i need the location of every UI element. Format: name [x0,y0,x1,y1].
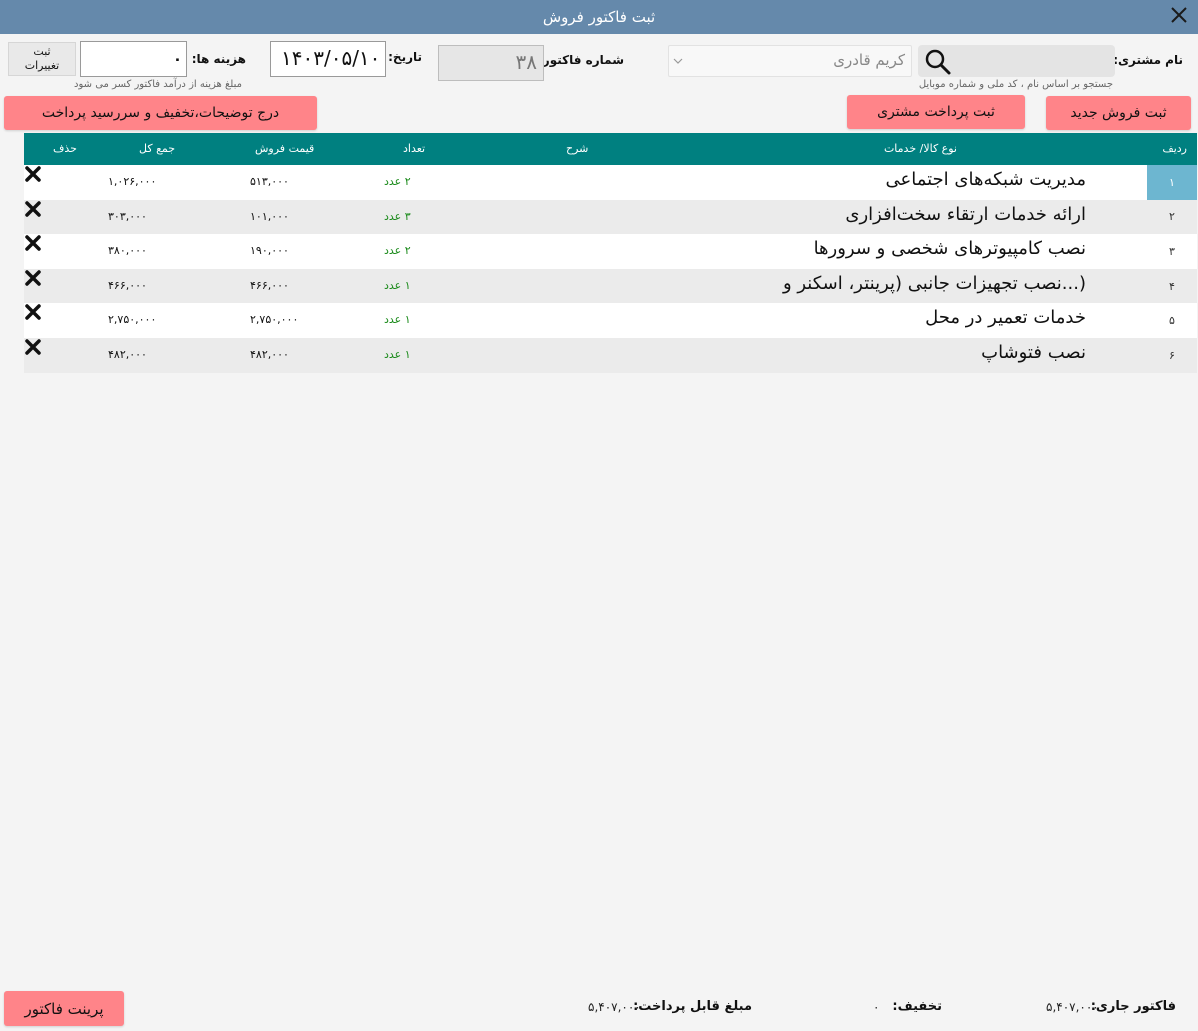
row-item: (...نصب تجهیزات جانبی (پرینتر، اسکنر و [782,272,1086,294]
row-total: ۳۰۳,۰۰۰ [108,209,147,223]
window-title: ثبت فاکتور فروش [542,8,656,26]
customer-label: نام مشتری: [1113,53,1183,67]
row-price: ۴۸۲,۰۰۰ [250,347,289,361]
save-changes-label-line1: ثبت [33,45,51,58]
table-row[interactable]: ۶ نصب فتوشاپ ۱ عدد ۴۸۲,۰۰۰ ۴۸۲,۰۰۰ [24,337,1197,373]
row-number: ۱ [1147,165,1197,200]
delete-icon[interactable] [24,338,42,356]
discount-value: ۰ [873,1000,880,1014]
row-quantity: ۱ عدد [384,278,411,292]
search-icon[interactable] [924,48,952,76]
row-price: ۱۹۰,۰۰۰ [250,244,289,258]
customer-search-hint: جستجو بر اساس نام ، کد ملی و شماره موبای… [918,79,1113,90]
row-item: مدیریت شبکه‌های اجتماعی [885,169,1086,190]
row-quantity: ۱ عدد [384,347,411,361]
table-row[interactable]: ۱ مدیریت شبکه‌های اجتماعی ۲ عدد ۵۱۳,۰۰۰ … [24,165,1197,200]
row-price: ۱۰۱,۰۰۰ [250,209,289,223]
row-item: نصب کامپیوترهای شخصی و سرورها [813,238,1086,260]
row-quantity: ۱ عدد [384,313,411,327]
row-price: ۵۱۳,۰۰۰ [250,175,289,188]
invoice-number-value: ۳۸ [515,50,537,74]
costs-input[interactable]: ۰ [80,41,187,77]
table-row[interactable]: ۲ ارائه خدمات ارتقاء سخت‌افزاری ۳ عدد ۱۰… [24,199,1197,235]
row-total: ۴۸۲,۰۰۰ [108,347,147,361]
delete-icon[interactable] [24,200,42,218]
column-header-total: جمع کل [139,142,176,155]
row-number: ۶ [1169,348,1175,362]
customer-payment-button[interactable]: ثبت پرداخت مشتری [847,95,1025,129]
column-header-item: نوع کالا/ خدمات [883,142,957,155]
details-discount-due-button[interactable]: درج توضیحات،تخفیف و سررسید پرداخت [4,96,317,130]
row-number: ۳ [1169,244,1175,258]
delete-icon[interactable] [24,269,42,287]
column-header-row: ردیف [1162,142,1187,155]
invoice-number-label: شماره فاکتور: [538,53,624,67]
row-number: ۵ [1169,314,1175,328]
save-changes-label-line2: تغییرات [24,59,60,72]
chevron-down-icon [673,58,683,64]
current-invoice-label: فاکتور جاری: [1090,999,1176,1014]
costs-hint: مبلغ هزینه از درآمد فاکتور کسر می شود [74,79,242,90]
customer-selected-value: کریم قادری [833,51,905,69]
row-total: ۴۶۶,۰۰۰ [108,278,147,292]
date-label: تاریخ: [388,50,422,64]
row-quantity: ۳ عدد [384,209,411,223]
invoice-number-field: ۳۸ [438,45,544,81]
row-number: ۲ [1169,210,1175,224]
row-item: خدمات تعمیر در محل [925,307,1086,329]
customer-search-input[interactable] [918,45,1115,77]
row-quantity: ۲ عدد [384,244,411,258]
new-sale-button[interactable]: ثبت فروش جدید [1046,96,1191,130]
delete-icon[interactable] [24,234,42,252]
row-item: ارائه خدمات ارتقاء سخت‌افزاری [845,203,1086,225]
row-number: ۴ [1169,279,1175,293]
delete-icon[interactable] [24,165,42,183]
invoice-table: ردیف نوع کالا/ خدمات شرح تعداد قیمت فروش… [24,133,1197,373]
row-quantity: ۲ عدد [384,175,411,188]
date-field[interactable]: ۱۴۰۳/۰۵/۱۰ [270,41,386,77]
row-price: ۲,۷۵۰,۰۰۰ [250,313,299,327]
date-value: ۱۴۰۳/۰۵/۱۰ [281,46,381,70]
title-bar: ثبت فاکتور فروش [0,0,1198,34]
payable-amount-label: مبلغ قابل پرداخت: [633,999,752,1014]
row-item: نصب فتوشاپ [981,341,1086,363]
payable-amount-value: ۵,۴۰۷,۰۰۰ [588,1000,641,1014]
table-row[interactable]: ۴ (...نصب تجهیزات جانبی (پرینتر، اسکنر و… [24,268,1197,304]
delete-icon[interactable] [24,303,42,321]
row-total: ۲,۷۵۰,۰۰۰ [108,313,157,327]
save-changes-button[interactable]: ثبت تغییرات [8,42,76,76]
print-invoice-button[interactable]: پرینت فاکتور [4,991,124,1026]
table-header: ردیف نوع کالا/ خدمات شرح تعداد قیمت فروش… [24,133,1197,165]
row-price: ۴۶۶,۰۰۰ [250,278,289,292]
costs-value: ۰ [172,50,182,68]
column-header-description: شرح [566,142,589,155]
close-icon[interactable] [1168,4,1190,26]
current-invoice-value: ۵,۴۰۷,۰۰۰ [1046,1000,1099,1014]
table-row[interactable]: ۵ خدمات تعمیر در محل ۱ عدد ۲,۷۵۰,۰۰۰ ۲,۷… [24,303,1197,338]
customer-select[interactable]: کریم قادری [668,45,912,77]
row-total: ۱,۰۲۶,۰۰۰ [108,175,157,188]
costs-label: هزینه ها: [191,52,246,66]
table-row[interactable]: ۳ نصب کامپیوترهای شخصی و سرورها ۲ عدد ۱۹… [24,234,1197,269]
column-header-delete: حذف [53,142,77,155]
column-header-price: قیمت فروش [255,142,315,155]
column-header-quantity: تعداد [403,142,426,155]
discount-label: تخفیف: [892,999,942,1014]
row-total: ۳۸۰,۰۰۰ [108,244,147,258]
